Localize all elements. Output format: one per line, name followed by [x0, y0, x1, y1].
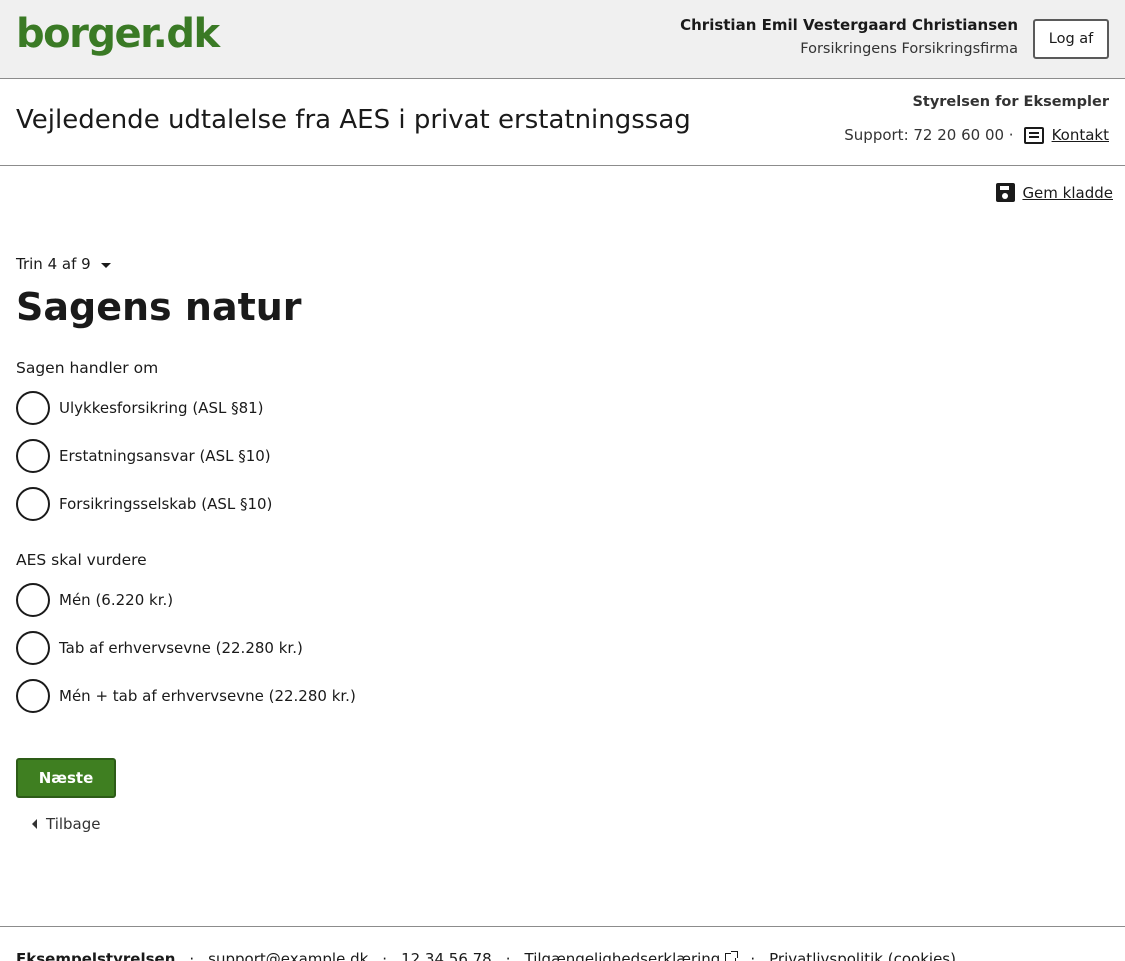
- authority-name: Styrelsen for Eksempler: [912, 94, 1109, 110]
- radio-button[interactable]: [16, 679, 50, 713]
- contact-card-icon: [1023, 126, 1044, 144]
- support-phone: Support: 72 20 60 00 ·: [844, 126, 1014, 144]
- footer-phone: 12 34 56 78: [401, 950, 492, 961]
- footer-privacy-link[interactable]: Privatlivspolitik (cookies): [769, 950, 956, 961]
- top-header: borger.dk Christian Emil Vestergaard Chr…: [0, 0, 1125, 79]
- radio-label: Tab af erhvervsevne (22.280 kr.): [59, 639, 303, 657]
- radio-label: Ulykkesforsikring (ASL §81): [59, 399, 264, 417]
- radio-button[interactable]: [16, 583, 50, 617]
- radio-label: Forsikringsselskab (ASL §10): [59, 495, 273, 513]
- radio-button[interactable]: [16, 391, 50, 425]
- borger-dk-logo[interactable]: borger.dk: [16, 10, 220, 58]
- accessibility-label: Tilgængelighedserklæring: [524, 950, 721, 961]
- footer-email-link[interactable]: support@example.dk: [208, 950, 368, 961]
- back-link[interactable]: Tilbage: [32, 815, 101, 833]
- logout-button[interactable]: Log af: [1033, 19, 1109, 59]
- step-indicator-label: Trin 4 af 9: [16, 255, 91, 273]
- radio-option-forsikringsselskab[interactable]: Forsikringsselskab (ASL §10): [16, 487, 272, 521]
- radio-button[interactable]: [16, 439, 50, 473]
- radio-option-erhvervsevne[interactable]: Tab af erhvervsevne (22.280 kr.): [16, 631, 303, 665]
- user-name: Christian Emil Vestergaard Christiansen: [680, 16, 1018, 34]
- caret-down-icon: [100, 262, 111, 268]
- radio-button[interactable]: [16, 487, 50, 521]
- radio-label: Erstatningsansvar (ASL §10): [59, 447, 271, 465]
- next-button[interactable]: Næste: [16, 758, 116, 798]
- footer-org: Eksempelstyrelsen: [16, 950, 176, 961]
- floppy-disk-icon: [996, 183, 1016, 202]
- radio-option-men-og-erhvervsevne[interactable]: Mén + tab af erhvervsevne (22.280 kr.): [16, 679, 356, 713]
- back-label: Tilbage: [46, 815, 101, 833]
- footer-separator: ·: [382, 950, 388, 961]
- radio-button[interactable]: [16, 631, 50, 665]
- step-indicator[interactable]: Trin 4 af 9: [16, 255, 111, 273]
- page-heading: Sagens natur: [16, 285, 302, 329]
- service-title-bar: Vejledende udtalelse fra AES i privat er…: [0, 79, 1125, 166]
- radio-label: Mén (6.220 kr.): [59, 591, 174, 609]
- radio-option-men[interactable]: Mén (6.220 kr.): [16, 583, 173, 617]
- radio-option-ulykkesforsikring[interactable]: Ulykkesforsikring (ASL §81): [16, 391, 264, 425]
- external-link-icon: [725, 951, 739, 961]
- footer-accessibility-link[interactable]: Tilgængelighedserklæring: [524, 950, 739, 961]
- service-title: Vejledende udtalelse fra AES i privat er…: [16, 105, 691, 135]
- save-draft-button[interactable]: Gem kladde: [996, 183, 1113, 202]
- radio-option-erstatningsansvar[interactable]: Erstatningsansvar (ASL §10): [16, 439, 271, 473]
- footer-links: Eksempelstyrelsen · support@example.dk ·…: [16, 950, 956, 961]
- user-organization: Forsikringens Forsikringsfirma: [800, 41, 1018, 57]
- radio-label: Mén + tab af erhvervsevne (22.280 kr.): [59, 687, 356, 705]
- save-draft-label: Gem kladde: [1022, 183, 1113, 202]
- case-type-legend: Sagen handler om: [16, 359, 159, 377]
- contact-link[interactable]: Kontakt: [1052, 126, 1109, 144]
- caret-left-icon: [32, 819, 37, 829]
- assessment-legend: AES skal vurdere: [16, 551, 147, 569]
- footer-separator: ·: [189, 950, 195, 961]
- page-footer: Eksempelstyrelsen · support@example.dk ·…: [0, 926, 1125, 961]
- support-line: Support: 72 20 60 00 · Kontakt: [844, 126, 1109, 144]
- user-info: Christian Emil Vestergaard Christiansen …: [680, 15, 1018, 62]
- footer-separator: ·: [505, 950, 511, 961]
- footer-separator: ·: [750, 950, 756, 961]
